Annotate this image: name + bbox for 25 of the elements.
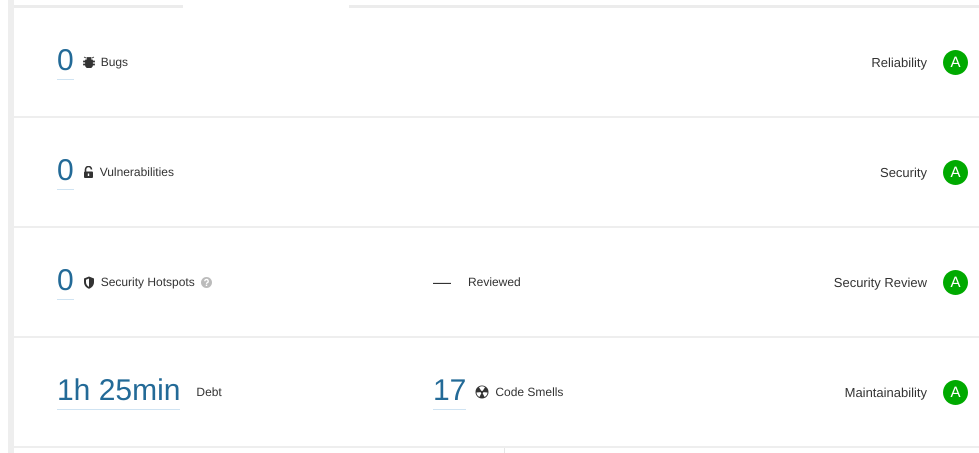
metric-value-link[interactable]: 17	[433, 374, 466, 410]
bug-icon	[82, 56, 95, 68]
metric-value: —	[433, 272, 451, 292]
metric-value-link[interactable]: 0	[57, 44, 74, 80]
metric-label: Bugs	[100, 55, 128, 69]
rating-badge[interactable]: A	[943, 380, 968, 404]
metric-label: Code Smells	[495, 385, 564, 399]
rating-label: Reliability	[871, 54, 927, 70]
rating-badge[interactable]: A	[943, 50, 968, 74]
rating-label: Security Review	[834, 274, 927, 290]
lock-icon	[82, 166, 94, 178]
metric-value-link[interactable]: 0	[57, 264, 74, 300]
shield-icon	[82, 276, 95, 288]
help-icon[interactable]	[200, 276, 212, 288]
rating-badge[interactable]: A	[943, 270, 968, 294]
metric-label: Security Hotspots	[100, 275, 195, 289]
radiation-icon	[475, 385, 490, 399]
metric-label: Reviewed	[468, 275, 521, 289]
metric-label: Vulnerabilities	[100, 165, 174, 179]
rating-label: Security	[880, 164, 927, 180]
rating-label: Maintainability	[844, 384, 927, 400]
metric-value-link[interactable]: 1h 25min	[57, 374, 180, 410]
rating-badge[interactable]: A	[943, 160, 968, 184]
metric-label: Debt	[196, 385, 222, 399]
metric-value-link[interactable]: 0	[57, 154, 74, 190]
